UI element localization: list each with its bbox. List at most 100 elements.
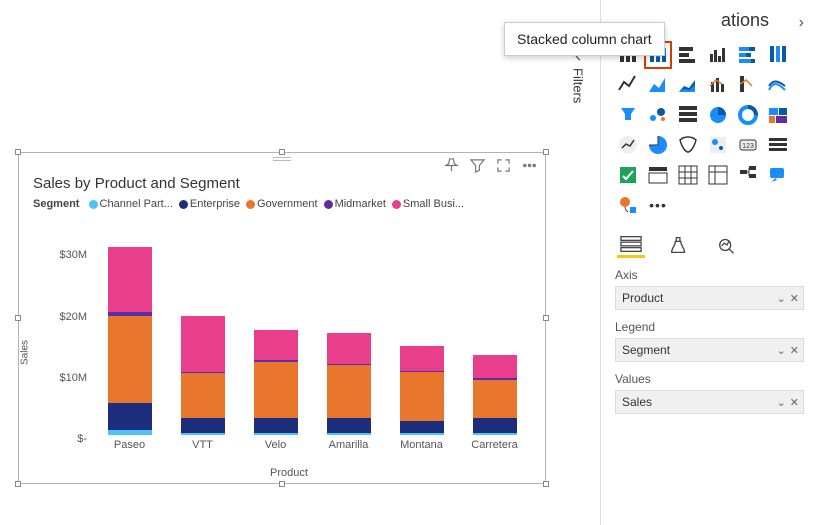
bar-segment[interactable] (254, 433, 298, 435)
remove-field-icon[interactable]: ✕ (790, 292, 799, 305)
legend-swatch (179, 200, 188, 209)
viz-type-icon[interactable] (735, 102, 761, 128)
viz-type-icon[interactable] (675, 42, 701, 68)
resize-handle[interactable] (543, 315, 549, 321)
filter-icon[interactable] (469, 157, 485, 173)
viz-type-icon[interactable] (615, 132, 641, 158)
viz-type-icon[interactable] (615, 162, 641, 188)
bar-segment[interactable] (327, 433, 371, 435)
bar-segment[interactable] (327, 418, 371, 433)
viz-type-icon[interactable] (765, 162, 791, 188)
bar-segment[interactable] (327, 365, 371, 418)
viz-type-icon[interactable] (675, 162, 701, 188)
viz-type-icon[interactable] (675, 102, 701, 128)
legend-item-label: Midmarket (335, 198, 386, 210)
legend-swatch (246, 200, 255, 209)
viz-type-icon[interactable]: ••• (645, 192, 671, 218)
viz-type-icon[interactable] (645, 132, 671, 158)
chevron-right-icon[interactable]: › (799, 14, 804, 32)
chevron-down-icon[interactable]: ⌄ (777, 344, 786, 357)
filters-label: Filters (571, 68, 586, 103)
viz-type-icon[interactable] (645, 72, 671, 98)
bar-column[interactable]: Velo (246, 330, 306, 452)
focus-mode-icon[interactable] (495, 157, 511, 173)
x-tick-label: Amarilla (329, 439, 369, 451)
viz-type-icon[interactable] (735, 42, 761, 68)
bar-column[interactable]: VTT (173, 316, 233, 451)
bar-column[interactable]: Amarilla (319, 333, 379, 451)
bar-segment[interactable] (108, 403, 152, 430)
bar-segment[interactable] (254, 362, 298, 418)
resize-handle[interactable] (543, 149, 549, 155)
remove-field-icon[interactable]: ✕ (790, 344, 799, 357)
drag-grip[interactable] (273, 157, 291, 161)
x-tick-label: Paseo (114, 439, 145, 451)
resize-handle[interactable] (15, 315, 21, 321)
chart-visual[interactable]: Sales by Product and Segment Segment Cha… (18, 152, 546, 484)
bar-segment[interactable] (473, 433, 517, 435)
bar-column[interactable]: Montana (392, 346, 452, 451)
more-options-icon[interactable] (521, 157, 537, 173)
bar-segment[interactable] (400, 421, 444, 434)
viz-type-icon[interactable] (675, 132, 701, 158)
bar-segment[interactable] (254, 330, 298, 361)
bar-segment[interactable] (400, 372, 444, 421)
bar-segment[interactable] (181, 373, 225, 418)
chevron-down-icon[interactable]: ⌄ (777, 396, 786, 409)
bar-segment[interactable] (181, 418, 225, 433)
bar-segment[interactable] (473, 355, 517, 378)
pin-icon[interactable] (443, 157, 459, 173)
chevron-down-icon[interactable]: ⌄ (777, 292, 786, 305)
resize-handle[interactable] (279, 149, 285, 155)
viz-type-icon[interactable] (765, 132, 791, 158)
bar-segment[interactable] (473, 418, 517, 433)
viz-type-icon[interactable] (645, 102, 671, 128)
bar-segment[interactable] (400, 346, 444, 371)
bar-segment[interactable] (254, 418, 298, 433)
viz-type-icon[interactable] (705, 162, 731, 188)
more-icon: ••• (649, 197, 667, 213)
viz-type-icon[interactable] (705, 102, 731, 128)
values-field-well[interactable]: Sales ⌄✕ (615, 390, 804, 414)
tab-analytics[interactable] (713, 232, 741, 258)
viz-type-icon[interactable] (675, 72, 701, 98)
viz-type-icon[interactable]: 123 (735, 132, 761, 158)
viz-type-icon[interactable] (765, 42, 791, 68)
bar-segment[interactable] (108, 316, 152, 403)
legend-field-well[interactable]: Segment ⌄✕ (615, 338, 804, 362)
resize-handle[interactable] (279, 481, 285, 487)
viz-type-icon[interactable] (735, 72, 761, 98)
bar-column[interactable]: Carretera (465, 355, 525, 451)
viz-type-icon[interactable] (765, 102, 791, 128)
bar-segment[interactable] (181, 316, 225, 372)
viz-type-icon[interactable] (705, 132, 731, 158)
viz-type-icon[interactable] (615, 102, 641, 128)
bar-segment[interactable] (108, 430, 152, 435)
viz-type-icon[interactable] (645, 162, 671, 188)
resize-handle[interactable] (15, 149, 21, 155)
viz-type-icon[interactable] (615, 72, 641, 98)
bar-segment[interactable] (108, 247, 152, 312)
bar-segment[interactable] (327, 333, 371, 364)
resize-handle[interactable] (543, 481, 549, 487)
filters-pane-toggle[interactable]: Filters (566, 48, 590, 103)
bar-segment[interactable] (400, 433, 444, 435)
remove-field-icon[interactable]: ✕ (790, 396, 799, 409)
bar-column[interactable]: Paseo (100, 247, 160, 451)
viz-type-icon[interactable] (705, 42, 731, 68)
y-tick-label: $20M (59, 311, 87, 323)
x-tick-label: Carretera (471, 439, 517, 451)
tab-format[interactable] (665, 232, 693, 258)
svg-text:123: 123 (742, 143, 754, 150)
resize-handle[interactable] (15, 481, 21, 487)
bar-segment[interactable] (473, 380, 517, 419)
tab-fields[interactable] (617, 232, 645, 258)
axis-field-well[interactable]: Product ⌄✕ (615, 286, 804, 310)
viz-type-icon[interactable] (765, 72, 791, 98)
legend-item-label: Channel Part... (100, 198, 173, 210)
viz-type-icon[interactable] (615, 192, 641, 218)
viz-type-icon[interactable] (705, 72, 731, 98)
chart-plot-area: Sales $-$10M$20M$30M PaseoVTTVeloAmarill… (43, 243, 535, 451)
viz-type-icon[interactable] (735, 162, 761, 188)
bar-segment[interactable] (181, 433, 225, 435)
